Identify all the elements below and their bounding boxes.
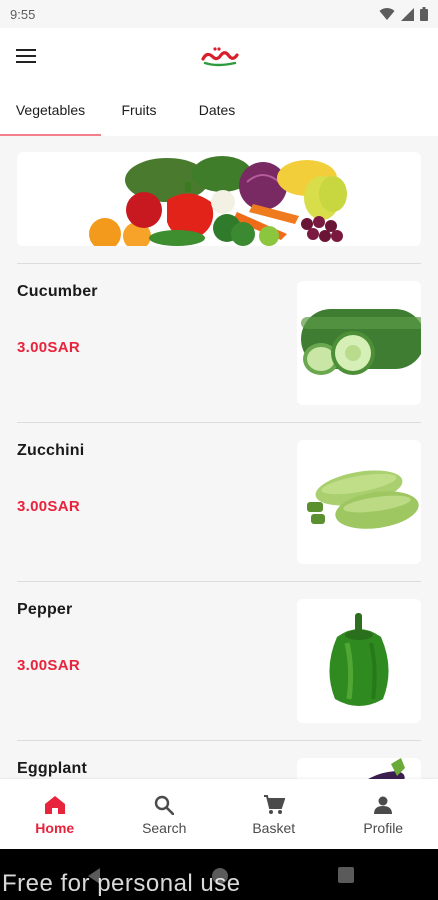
product-list[interactable]: Cucumber 3.00SAR Zucchini 3.00SAR Pepper… xyxy=(0,136,438,779)
eggplant-image[interactable] xyxy=(297,758,421,779)
menu-button[interactable] xyxy=(10,40,42,72)
nav-basket-label: Basket xyxy=(252,819,296,836)
brand-logo xyxy=(190,34,250,78)
divider xyxy=(17,740,421,741)
tab-fruits[interactable]: Fruits xyxy=(101,84,177,136)
cart-icon xyxy=(262,793,286,817)
bottom-navigation: Home Search Basket Profile xyxy=(0,779,438,849)
watermark-text: Free for personal use xyxy=(2,870,241,897)
product-card[interactable]: Cucumber 3.00SAR xyxy=(17,263,421,422)
tab-vegetables[interactable]: Vegetables xyxy=(0,84,101,136)
cucumber-image[interactable] xyxy=(297,281,421,405)
divider xyxy=(17,422,421,423)
hamburger-menu-icon xyxy=(16,49,36,63)
nav-home[interactable]: Home xyxy=(0,779,110,849)
signal-icon xyxy=(401,7,414,21)
nav-search[interactable]: Search xyxy=(110,779,220,849)
product-name: Eggplant xyxy=(17,760,88,777)
battery-icon xyxy=(420,7,428,21)
green-pepper-image[interactable] xyxy=(297,599,421,723)
tab-dates[interactable]: Dates xyxy=(177,84,257,136)
nav-search-label: Search xyxy=(142,819,187,836)
zucchini-image[interactable] xyxy=(297,440,421,564)
wifi-icon xyxy=(379,8,395,20)
product-card[interactable]: Pepper 3.00SAR xyxy=(17,581,421,740)
product-name: Cucumber xyxy=(17,283,98,300)
product-price: 3.00SAR xyxy=(17,657,80,674)
app-screen: 9:55 Vegetables Fruits Dates Cucumber 3.… xyxy=(0,0,438,900)
divider xyxy=(17,263,421,264)
product-price: 3.00SAR xyxy=(17,498,80,515)
home-icon xyxy=(43,793,67,817)
product-card[interactable]: Eggplant xyxy=(17,740,421,779)
nav-home-label: Home xyxy=(35,819,75,836)
status-time: 9:55 xyxy=(10,6,36,22)
product-price: 3.00SAR xyxy=(17,339,80,356)
divider xyxy=(17,581,421,582)
category-tabs: Vegetables Fruits Dates xyxy=(0,84,438,136)
recents-icon[interactable] xyxy=(338,867,354,883)
app-bar xyxy=(0,28,438,84)
product-name: Pepper xyxy=(17,601,73,618)
person-icon xyxy=(371,793,395,817)
search-icon xyxy=(152,793,176,817)
nav-basket[interactable]: Basket xyxy=(219,779,329,849)
status-icons xyxy=(379,7,428,21)
nav-profile[interactable]: Profile xyxy=(329,779,438,849)
product-card[interactable]: Zucchini 3.00SAR xyxy=(17,422,421,581)
status-bar: 9:55 xyxy=(0,0,438,28)
nav-profile-label: Profile xyxy=(363,819,404,836)
produce-banner-image[interactable] xyxy=(17,152,421,246)
product-name: Zucchini xyxy=(17,442,85,459)
